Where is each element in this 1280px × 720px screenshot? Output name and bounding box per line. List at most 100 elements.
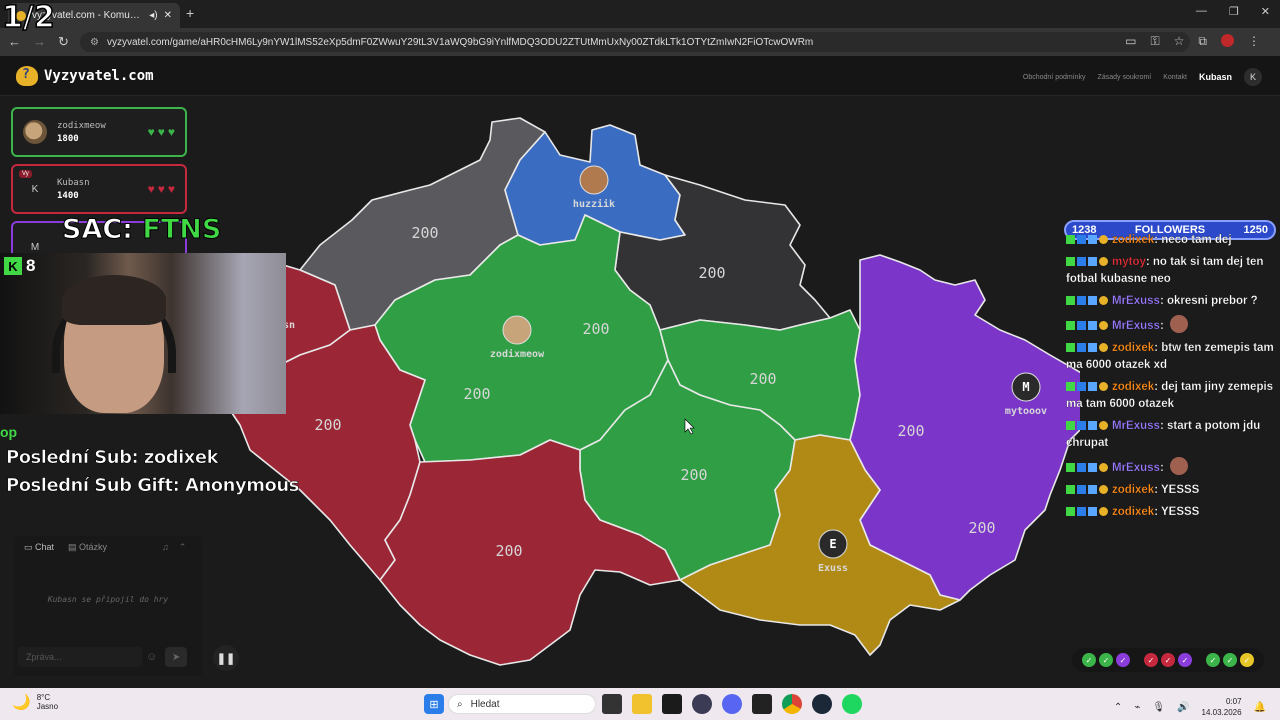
discord-icon[interactable] bbox=[722, 694, 742, 714]
task-view-icon[interactable] bbox=[602, 694, 622, 714]
header-username[interactable]: Kubasn bbox=[1199, 72, 1232, 82]
chat-badge-icon bbox=[1066, 257, 1075, 266]
chat-message: MrExuss: bbox=[1066, 457, 1276, 477]
windows-start-icon[interactable]: ⊞ bbox=[424, 694, 444, 714]
menu-icon[interactable]: ⋮ bbox=[1248, 34, 1260, 49]
bookmark-star-icon[interactable]: ☆ bbox=[1174, 34, 1185, 49]
chat-badge-icon bbox=[1099, 507, 1108, 516]
search-placeholder: Hledat bbox=[470, 698, 500, 710]
chat-badge-icon bbox=[1088, 485, 1097, 494]
volume-icon[interactable]: 🔊 bbox=[1177, 702, 1189, 713]
reload-icon[interactable]: ↻ bbox=[58, 34, 69, 50]
forward-icon[interactable]: → bbox=[33, 34, 46, 50]
chat-text: : YESSS bbox=[1154, 506, 1200, 518]
clock[interactable]: 0:07 14.03.2026 bbox=[1202, 696, 1242, 718]
window-controls: — ❐ ✕ bbox=[1196, 5, 1270, 18]
minimize-icon[interactable]: — bbox=[1196, 5, 1207, 18]
chat-badge-icon bbox=[1088, 507, 1097, 516]
chat-text: : dej tam jiny zemepis ma tam 6000 otaze… bbox=[1066, 381, 1274, 410]
header-links: Obchodní podmínky Zásady soukromí Kontak… bbox=[1023, 68, 1262, 86]
kick-app-icon[interactable] bbox=[662, 694, 682, 714]
link-contact[interactable]: Kontakt bbox=[1163, 74, 1187, 81]
region-value: 200 bbox=[897, 422, 924, 440]
address-bar[interactable]: ⚙ vyzyvatel.com/game/aHR0cHM6Ly9nYW1lMS5… bbox=[80, 32, 1190, 52]
player-marker-avatar bbox=[502, 315, 532, 345]
header-avatar[interactable]: K bbox=[1244, 68, 1262, 86]
chat-username: zodixek bbox=[1112, 381, 1155, 393]
chat-emote-icon bbox=[1169, 457, 1188, 475]
steam-icon[interactable] bbox=[812, 694, 832, 714]
link-terms[interactable]: Obchodní podmínky bbox=[1023, 74, 1086, 81]
chat-username: zodixek bbox=[1112, 484, 1155, 496]
password-key-icon[interactable]: ⚿ bbox=[1151, 34, 1160, 49]
chat-message: zodixek: YESSS bbox=[1066, 504, 1276, 521]
taskbar-search[interactable]: ⌕ Hledat bbox=[448, 694, 596, 714]
weather-widget[interactable]: 🌙 8°C Jasno bbox=[12, 693, 58, 711]
chat-badge-icon bbox=[1088, 421, 1097, 430]
region-value: 200 bbox=[495, 542, 522, 560]
site-logo[interactable]: Vyzyvatel.com bbox=[16, 66, 154, 86]
chevron-up-icon[interactable]: ⌃ bbox=[1114, 702, 1122, 713]
notification-icon[interactable]: 🔔 bbox=[1254, 702, 1266, 713]
tab-questions[interactable]: ▤ Otázky bbox=[68, 542, 107, 553]
chat-username: zodixek bbox=[1112, 234, 1155, 246]
pause-button[interactable]: ❚❚ bbox=[213, 645, 239, 671]
microphone-icon[interactable]: 🎙 bbox=[1152, 702, 1165, 713]
emoji-icon[interactable]: ☺ bbox=[146, 651, 157, 663]
region-olomouc-zlin[interactable] bbox=[849, 254, 1080, 601]
site-info-icon[interactable]: ⚙ bbox=[90, 37, 99, 48]
cast-icon[interactable]: ▭ bbox=[1125, 34, 1136, 49]
weather-condition: Jasno bbox=[36, 702, 59, 711]
chat-badge-icon bbox=[1099, 257, 1108, 266]
network-icon[interactable]: ⌁ bbox=[1134, 702, 1140, 713]
result-dot-icon: ✓ bbox=[1223, 653, 1237, 667]
chat-input[interactable]: Zpráva... bbox=[18, 647, 142, 667]
region-value: 200 bbox=[411, 224, 438, 242]
chat-emote-icon bbox=[1169, 315, 1188, 333]
chat-message: zodixek: dej tam jiny zemepis ma tam 600… bbox=[1066, 379, 1276, 413]
browser-action-icons: ▭ ⚿ ☆ ⧉ ⋮ bbox=[1125, 34, 1260, 49]
link-privacy[interactable]: Zásady soukromí bbox=[1098, 74, 1152, 81]
bell-icon[interactable]: ♫ bbox=[162, 542, 169, 553]
chat-badge-icon bbox=[1066, 463, 1075, 472]
epic-games-icon[interactable] bbox=[752, 694, 772, 714]
spotify-icon[interactable] bbox=[842, 694, 862, 714]
chat-text: : btw ten zemepis tam ma 6000 otazek xd bbox=[1066, 342, 1274, 371]
chat-badge-icon bbox=[1077, 382, 1086, 391]
chat-badge-icon bbox=[1088, 343, 1097, 352]
audio-icon[interactable]: ◂) bbox=[149, 10, 157, 21]
obs-icon[interactable] bbox=[692, 694, 712, 714]
result-dot-icon: ✓ bbox=[1099, 653, 1113, 667]
temperature: 8°C bbox=[36, 693, 51, 702]
tab-chat[interactable]: ▭ Chat bbox=[24, 542, 54, 553]
chat-badge-icon bbox=[1099, 343, 1108, 352]
close-window-icon[interactable]: ✕ bbox=[1261, 5, 1270, 18]
send-icon[interactable]: ➤ bbox=[165, 647, 188, 667]
maximize-icon[interactable]: ❐ bbox=[1229, 5, 1239, 18]
chat-badge-icon bbox=[1088, 296, 1097, 305]
extensions-icon[interactable]: ⧉ bbox=[1198, 34, 1207, 49]
player-marker-avatar bbox=[579, 165, 609, 195]
back-icon[interactable]: ← bbox=[8, 34, 21, 50]
chat-badge-icon bbox=[1077, 507, 1086, 516]
chat-badge-icon bbox=[1099, 382, 1108, 391]
chat-message: MrExuss: bbox=[1066, 315, 1276, 335]
url-text: vyzyvatel.com/game/aHR0cHM6Ly9nYW1lMS52e… bbox=[106, 36, 814, 48]
player-marker-label: huzziik bbox=[573, 198, 615, 210]
taskbar-apps: ⊞ bbox=[424, 694, 444, 714]
chat-badge-icon bbox=[1077, 321, 1086, 330]
profile-icon[interactable] bbox=[1221, 34, 1234, 47]
file-explorer-icon[interactable] bbox=[632, 694, 652, 714]
tab-close-icon[interactable]: ✕ bbox=[164, 10, 172, 21]
chevron-up-icon[interactable]: ⌃ bbox=[179, 542, 187, 553]
region-value: 200 bbox=[968, 519, 995, 537]
new-tab-icon[interactable]: + bbox=[186, 5, 194, 21]
chat-username: MrExuss bbox=[1112, 420, 1160, 432]
chrome-icon[interactable] bbox=[782, 694, 802, 714]
chat-username: zodixek bbox=[1112, 342, 1155, 354]
pinned-apps bbox=[602, 694, 862, 714]
kick-icon: K bbox=[4, 257, 22, 275]
chat-badge-icon bbox=[1066, 235, 1075, 244]
player-marker-label: zodixmeow bbox=[490, 348, 545, 360]
chat-badge-icon bbox=[1066, 296, 1075, 305]
